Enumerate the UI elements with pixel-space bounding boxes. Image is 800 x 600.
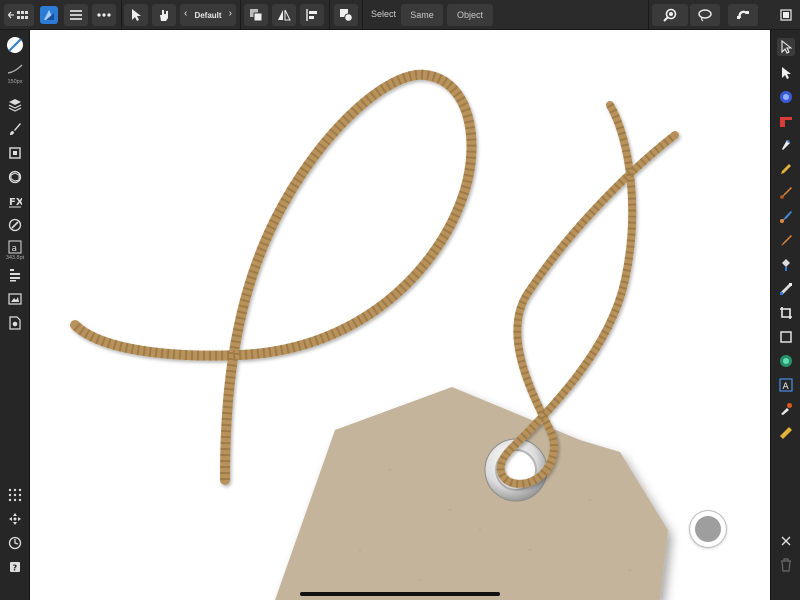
align-icon[interactable] bbox=[300, 4, 324, 26]
pen-tool-icon[interactable] bbox=[777, 136, 795, 154]
stock-icon[interactable] bbox=[6, 290, 24, 308]
toolbar-separator bbox=[648, 0, 649, 30]
svg-text:A: A bbox=[783, 382, 790, 392]
toolbar-separator bbox=[329, 0, 330, 30]
snapping-grid-icon[interactable] bbox=[6, 486, 24, 504]
shape-tool-icon[interactable] bbox=[777, 352, 795, 370]
pixel-brush-tool-icon[interactable] bbox=[777, 232, 795, 250]
text-style-icon[interactable]: a bbox=[6, 238, 24, 256]
artistic-text-tool-icon[interactable]: A bbox=[777, 376, 795, 394]
select-object-button[interactable]: Object bbox=[447, 4, 493, 26]
chevron-left-icon[interactable]: ‹ bbox=[184, 8, 187, 19]
stroke-icon[interactable] bbox=[6, 60, 24, 78]
crop-tool-icon[interactable] bbox=[777, 304, 795, 322]
artwork bbox=[70, 69, 679, 600]
node-tool-icon[interactable] bbox=[777, 64, 795, 82]
snapping-icon[interactable] bbox=[728, 4, 758, 26]
gradient-tool-icon[interactable] bbox=[777, 280, 795, 298]
close-icon[interactable] bbox=[777, 532, 795, 550]
brushes-icon[interactable] bbox=[6, 120, 24, 138]
vector-brush-tool-icon[interactable] bbox=[777, 184, 795, 202]
style-preset-label: Default bbox=[194, 10, 222, 20]
style-preset-selector[interactable]: ‹ Default › bbox=[180, 4, 236, 26]
transform-icon[interactable] bbox=[6, 144, 24, 162]
fullscreen-icon[interactable] bbox=[776, 4, 796, 26]
affinity-designer-logo[interactable] bbox=[40, 6, 58, 24]
appearance-icon[interactable] bbox=[6, 216, 24, 234]
history-icon[interactable] bbox=[6, 534, 24, 552]
fill-tool-icon[interactable] bbox=[777, 208, 795, 226]
right-tools-bar: A bbox=[770, 30, 800, 600]
svg-text:FX: FX bbox=[9, 197, 22, 208]
move-arrows-icon[interactable] bbox=[6, 510, 24, 528]
home-indicator[interactable] bbox=[300, 592, 500, 596]
transparency-tool-icon[interactable] bbox=[777, 256, 795, 274]
help-icon[interactable]: ? bbox=[6, 558, 24, 576]
color-picker-tool-icon[interactable] bbox=[777, 400, 795, 418]
navigator-icon[interactable] bbox=[6, 168, 24, 186]
lasso-icon[interactable] bbox=[690, 4, 720, 26]
toolbar-separator bbox=[240, 0, 241, 30]
measure-tool-icon[interactable] bbox=[777, 424, 795, 442]
layers-icon[interactable] bbox=[6, 96, 24, 114]
hand-pointer-icon[interactable] bbox=[152, 4, 176, 26]
top-toolbar: ‹ Default › Select Same Object bbox=[0, 0, 800, 30]
toolbar-separator bbox=[121, 0, 122, 30]
select-same-label: Same bbox=[410, 10, 434, 20]
kraft-tag[interactable] bbox=[275, 387, 668, 600]
color-icon[interactable] bbox=[6, 36, 24, 54]
font-size-readout: 343.8pt bbox=[5, 255, 25, 261]
assets-icon[interactable] bbox=[6, 314, 24, 332]
flip-icon[interactable] bbox=[272, 4, 296, 26]
menu-icon[interactable] bbox=[64, 4, 88, 26]
select-object-label: Object bbox=[456, 10, 483, 20]
assistive-touch-inner bbox=[695, 516, 721, 542]
back-grid-icon[interactable] bbox=[4, 4, 34, 26]
contour-tool-icon[interactable] bbox=[777, 112, 795, 130]
assistive-touch-button[interactable] bbox=[690, 511, 726, 547]
brush-size-readout: 150px bbox=[7, 79, 23, 85]
zoom-icon[interactable] bbox=[652, 4, 688, 26]
boolean-icon[interactable] bbox=[334, 4, 358, 26]
document-canvas[interactable] bbox=[30, 30, 770, 600]
arrange-icon[interactable] bbox=[244, 4, 268, 26]
more-icon[interactable] bbox=[92, 4, 116, 26]
trash-icon[interactable] bbox=[777, 556, 795, 574]
rectangle-tool-icon[interactable] bbox=[777, 328, 795, 346]
chevron-right-icon[interactable]: › bbox=[229, 8, 232, 19]
svg-text:?: ? bbox=[13, 564, 18, 573]
select-label: Select bbox=[371, 9, 397, 19]
select-same-button[interactable]: Same bbox=[401, 4, 443, 26]
toolbar-separator bbox=[362, 0, 363, 30]
svg-text:a: a bbox=[12, 244, 18, 254]
left-studio-bar: 150px FX a 343.8pt ? bbox=[0, 30, 30, 600]
move-tool-icon[interactable] bbox=[777, 38, 795, 56]
arrow-cursor-icon[interactable] bbox=[124, 4, 148, 26]
corner-tool-icon[interactable] bbox=[777, 88, 795, 106]
fx-icon[interactable]: FX bbox=[6, 192, 24, 210]
pencil-tool-icon[interactable] bbox=[777, 160, 795, 178]
text-frame-icon[interactable] bbox=[6, 266, 24, 284]
